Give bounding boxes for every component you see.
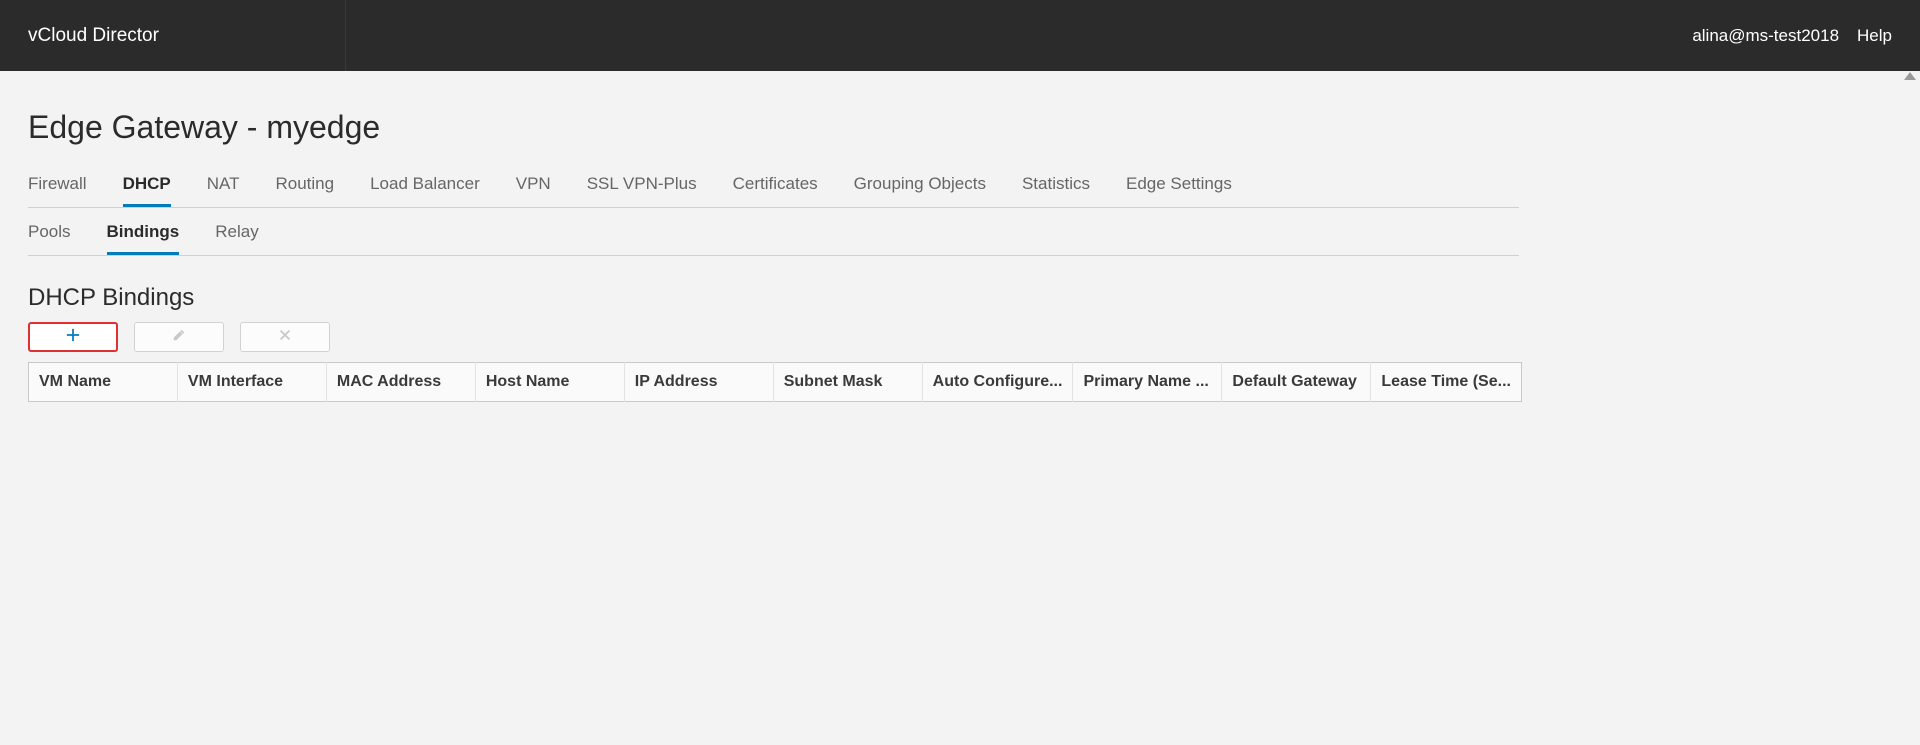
tab-firewall[interactable]: Firewall	[28, 170, 87, 207]
close-icon	[278, 328, 292, 347]
tab-dhcp[interactable]: DHCP	[123, 170, 171, 207]
plus-icon	[66, 328, 80, 347]
content-area: Edge Gateway - myedge Firewall DHCP NAT …	[0, 109, 1555, 402]
col-vm-interface[interactable]: VM Interface	[177, 363, 326, 402]
tab-routing[interactable]: Routing	[275, 170, 334, 207]
toolbar	[28, 322, 1555, 352]
tab-nat[interactable]: NAT	[207, 170, 240, 207]
bindings-table: VM Name VM Interface MAC Address Host Na…	[28, 362, 1522, 402]
col-default-gateway[interactable]: Default Gateway	[1222, 363, 1371, 402]
sub-tabs: Pools Bindings Relay	[28, 208, 1519, 256]
subtab-relay[interactable]: Relay	[215, 222, 258, 255]
tab-edge-settings[interactable]: Edge Settings	[1126, 170, 1232, 207]
header-divider	[345, 0, 346, 71]
tab-certificates[interactable]: Certificates	[733, 170, 818, 207]
help-link[interactable]: Help	[1857, 26, 1892, 46]
col-primary-name[interactable]: Primary Name ...	[1073, 363, 1222, 402]
col-mac-address[interactable]: MAC Address	[326, 363, 475, 402]
col-host-name[interactable]: Host Name	[475, 363, 624, 402]
edit-button[interactable]	[134, 322, 224, 352]
table-header-row: VM Name VM Interface MAC Address Host Na…	[29, 363, 1522, 402]
user-label[interactable]: alina@ms-test2018	[1692, 26, 1839, 46]
section-title: DHCP Bindings	[28, 284, 1555, 312]
header-right: alina@ms-test2018 Help	[1692, 26, 1892, 46]
edit-icon	[172, 328, 186, 347]
col-subnet-mask[interactable]: Subnet Mask	[773, 363, 922, 402]
tab-load-balancer[interactable]: Load Balancer	[370, 170, 480, 207]
col-lease-time[interactable]: Lease Time (Se...	[1371, 363, 1522, 402]
tab-vpn[interactable]: VPN	[516, 170, 551, 207]
subtab-pools[interactable]: Pools	[28, 222, 71, 255]
app-header: vCloud Director alina@ms-test2018 Help	[0, 0, 1920, 71]
tab-statistics[interactable]: Statistics	[1022, 170, 1090, 207]
tab-ssl-vpn-plus[interactable]: SSL VPN-Plus	[587, 170, 697, 207]
scroll-up-icon[interactable]	[1904, 72, 1916, 80]
add-button[interactable]	[28, 322, 118, 352]
page-title: Edge Gateway - myedge	[28, 109, 1555, 146]
tab-grouping-objects[interactable]: Grouping Objects	[854, 170, 986, 207]
subtab-bindings[interactable]: Bindings	[107, 222, 180, 255]
col-ip-address[interactable]: IP Address	[624, 363, 773, 402]
brand-title: vCloud Director	[28, 25, 159, 47]
main-tabs: Firewall DHCP NAT Routing Load Balancer …	[28, 170, 1519, 208]
col-auto-configure[interactable]: Auto Configure...	[922, 363, 1073, 402]
delete-button[interactable]	[240, 322, 330, 352]
col-vm-name[interactable]: VM Name	[29, 363, 178, 402]
